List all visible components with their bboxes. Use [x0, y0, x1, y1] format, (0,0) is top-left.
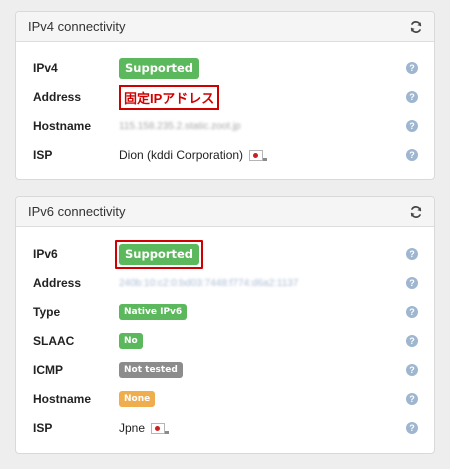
hostname-none-badge: None [119, 391, 156, 407]
ipv4-panel-header: IPv4 connectivity [16, 12, 434, 42]
hostname-label: Hostname [33, 119, 92, 133]
ipv4-hostname-cell: 115.158.235.2.static.zoot.jp [119, 114, 241, 138]
ipv4-address-row: Address 固定IPアドレス ? [16, 84, 436, 110]
ipv6-hostname-row: Hostname None ? [16, 387, 436, 411]
ipv4-value-cell: Supported [119, 56, 200, 80]
slaac-badge: No [119, 333, 143, 349]
ipv6-value-cell: Supported [115, 239, 204, 269]
refresh-icon[interactable] [409, 20, 423, 34]
help-icon[interactable]: ? [406, 335, 418, 347]
address-label: Address [33, 90, 82, 104]
ipv4-label: IPv4 [33, 61, 58, 75]
native-ipv6-badge: Native IPv6 [119, 304, 188, 320]
isp-label: ISP [33, 148, 53, 162]
icmp-label: ICMP [33, 363, 63, 377]
ipv6-isp-cell: Jpne [119, 416, 170, 440]
ipv6-isp-row: ISP Jpne ? [16, 416, 436, 440]
ipv4-address-annotation: 固定IPアドレス [119, 84, 220, 110]
ipv4-supported-badge: Supported [119, 57, 200, 79]
isp-label: ISP [33, 421, 53, 435]
ipv6-icmp-cell: Not tested [119, 358, 183, 382]
slaac-label: SLAAC [33, 334, 75, 348]
ipv6-highlight-box: Supported [115, 239, 204, 269]
ipv4-hostname-value: 115.158.235.2.static.zoot.jp [119, 120, 241, 132]
ipv6-slaac-cell: No [119, 329, 143, 353]
help-icon[interactable]: ? [406, 62, 418, 74]
ipv6-supported-badge: Supported [119, 243, 200, 265]
hostname-label: Hostname [33, 392, 92, 406]
ipv4-isp-row: ISP Dion (kddi Corporation) ? [16, 143, 436, 167]
ipv4-support-row: IPv4 Supported ? [16, 56, 436, 80]
type-label: Type [33, 305, 61, 319]
japan-flag-icon [151, 422, 166, 434]
ipv6-isp-value: Jpne [119, 421, 146, 435]
ipv4-isp-cell: Dion (kddi Corporation) [119, 143, 268, 167]
ipv6-panel-header: IPv6 connectivity [16, 197, 434, 227]
ipv6-panel-title: IPv6 connectivity [28, 204, 126, 219]
icmp-badge: Not tested [119, 362, 183, 378]
help-icon[interactable]: ? [406, 120, 418, 132]
help-icon[interactable]: ? [406, 277, 418, 289]
ipv4-address-cell: 固定IPアドレス [119, 84, 220, 110]
ipv6-address-row: Address 240b:10:c2:0:bd03:7448:f774:d6a2… [16, 271, 436, 295]
ipv6-label: IPv6 [33, 247, 58, 261]
ipv6-type-row: Type Native IPv6 ? [16, 300, 436, 324]
ipv4-connectivity-panel: IPv4 connectivity IPv4 Supported ? Addre… [15, 11, 435, 180]
japan-flag-icon [249, 149, 264, 161]
address-label: Address [33, 276, 82, 290]
ipv6-address-value: 240b:10:c2:0:bd03:7448:f774:d6a2:1137 [119, 277, 299, 289]
help-icon[interactable]: ? [406, 248, 418, 260]
ipv4-isp-value: Dion (kddi Corporation) [119, 148, 244, 162]
ipv6-slaac-row: SLAAC No ? [16, 329, 436, 353]
help-icon[interactable]: ? [406, 422, 418, 434]
ipv6-address-cell: 240b:10:c2:0:bd03:7448:f774:d6a2:1137 [119, 271, 298, 295]
ipv4-hostname-row: Hostname 115.158.235.2.static.zoot.jp ? [16, 114, 436, 138]
help-icon[interactable]: ? [406, 364, 418, 376]
ipv6-connectivity-panel: IPv6 connectivity IPv6 Supported ? Addre… [15, 196, 435, 454]
ipv6-type-cell: Native IPv6 [119, 300, 188, 324]
ipv6-icmp-row: ICMP Not tested ? [16, 358, 436, 382]
help-icon[interactable]: ? [406, 306, 418, 318]
help-icon[interactable]: ? [406, 91, 418, 103]
refresh-icon[interactable] [409, 205, 423, 219]
ipv4-panel-title: IPv4 connectivity [28, 19, 126, 34]
ipv6-support-row: IPv6 Supported ? [16, 239, 436, 269]
ipv6-hostname-cell: None [119, 387, 156, 411]
help-icon[interactable]: ? [406, 393, 418, 405]
help-icon[interactable]: ? [406, 149, 418, 161]
